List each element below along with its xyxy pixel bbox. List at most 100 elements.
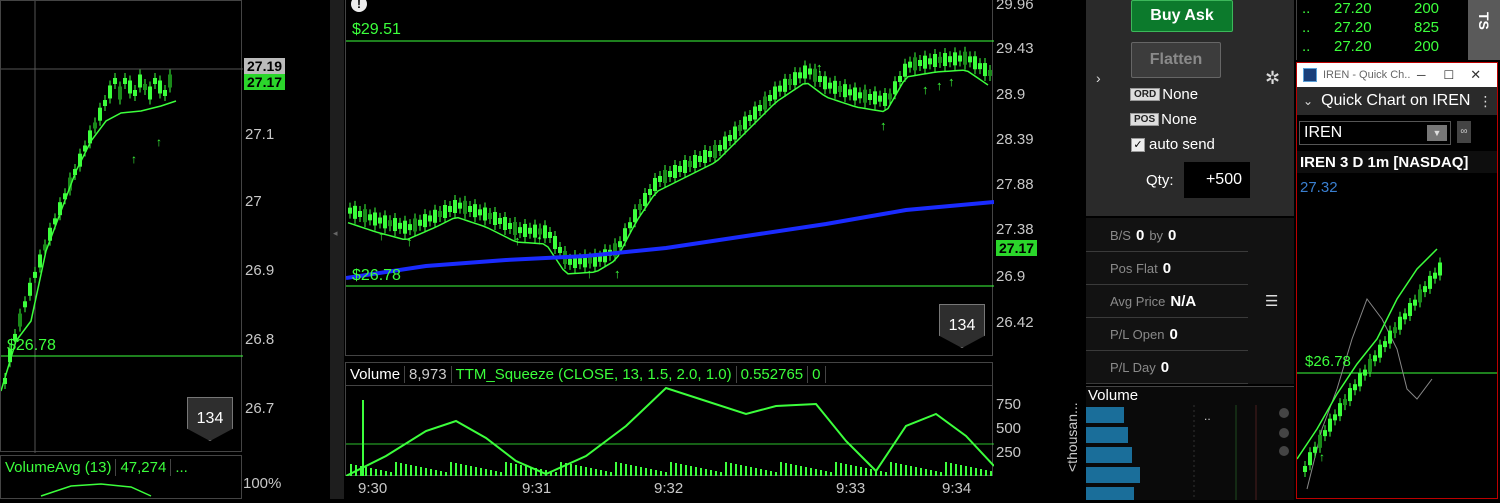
main-high-label: $29.51: [352, 21, 401, 38]
ts-row: .. 27.20 200: [1298, 0, 1472, 20]
volume-bar: [900, 464, 902, 476]
volume-bar: [440, 471, 442, 476]
volume-bar: [585, 467, 587, 476]
candle-body: [658, 176, 662, 182]
volume-bar: [835, 462, 837, 476]
stat-value: 0: [1169, 326, 1178, 343]
volume-bar: [415, 466, 417, 476]
svg-text:↑: ↑: [378, 228, 385, 243]
candle-body: [488, 213, 492, 219]
candle-body: [778, 85, 782, 92]
candle-body: [363, 209, 367, 223]
candle-body: [378, 217, 382, 224]
volume-bar: [570, 464, 572, 476]
left-chart[interactable]: ↑ ↑ $26.78 134: [0, 0, 243, 453]
stat-label: Avg Price: [1110, 294, 1166, 309]
gear-icon[interactable]: ✲: [1265, 68, 1280, 89]
candle-body: [1333, 414, 1337, 421]
close-icon[interactable]: ✕: [1470, 67, 1481, 83]
candle-body: [123, 78, 127, 84]
candle-body: [1428, 275, 1432, 289]
quick-chart-header[interactable]: ⌄ Quick Chart on IREN ⋮: [1297, 87, 1497, 115]
squeeze-study-label[interactable]: TTM_Squeeze (CLOSE, 13, 1.5, 2.0, 1.0): [452, 365, 737, 383]
pane-splitter[interactable]: ◂: [330, 0, 344, 499]
candle-body: [843, 84, 847, 98]
candle-body: [1363, 369, 1367, 376]
expand-arrow-icon[interactable]: ›: [1096, 70, 1101, 86]
volume-avg-more[interactable]: ...: [171, 459, 192, 476]
candle-body: [758, 105, 762, 111]
candle-body: [748, 115, 752, 121]
ts-tab[interactable]: TS: [1468, 0, 1500, 60]
symbol-select[interactable]: IREN ▼: [1299, 121, 1451, 145]
candle-body: [373, 212, 377, 226]
candle-body: [408, 224, 412, 231]
volume-bar: [640, 467, 642, 476]
auto-send-row[interactable]: ✓ auto send: [1131, 136, 1215, 153]
candle-body: [638, 204, 642, 210]
candle-body: [483, 207, 487, 221]
volume-bar: [405, 464, 407, 476]
volume-bar: [670, 462, 672, 476]
collapse-arrow-icon[interactable]: ◂: [333, 228, 338, 239]
candle-body: [768, 95, 772, 101]
left-volume-study[interactable]: VolumeAvg (13) 47,274 ...: [0, 455, 242, 499]
candle-body: [828, 82, 832, 89]
main-chart[interactable]: ↑ ↑ ↑ ↑ ↑ ↑ ↑ ↑ ↑ ↑ ↑ ! $29.51 $26.78 134: [345, 0, 994, 356]
link-icon[interactable]: ∞: [1457, 121, 1471, 143]
ord-row[interactable]: ORD None: [1130, 86, 1198, 103]
symbol-value: IREN: [1304, 124, 1343, 141]
candle-body: [1388, 330, 1392, 344]
list-menu-icon[interactable]: ☰: [1265, 292, 1278, 310]
candle-body: [1303, 466, 1307, 472]
candle-body: [868, 94, 872, 100]
volume-study-label[interactable]: Volume: [346, 365, 406, 383]
candle-body: [808, 68, 812, 75]
svg-text:↑: ↑: [922, 82, 929, 97]
candle-body: [1338, 403, 1342, 417]
left-axis-label: 26.9: [245, 262, 275, 279]
candle-body: [398, 222, 402, 229]
auto-send-checkbox[interactable]: ✓: [1131, 137, 1145, 152]
volume-bar: [915, 467, 917, 476]
quick-chart-titlebar[interactable]: IREN - Quick Ch... ─ ☐ ✕: [1297, 63, 1497, 87]
volume-bar: [410, 465, 412, 476]
qty-input[interactable]: +500: [1184, 162, 1250, 198]
more-options-icon[interactable]: ⋮: [1478, 93, 1492, 110]
auto-send-label: auto send: [1149, 136, 1215, 153]
main-axis-label: 28.9: [996, 86, 1026, 103]
dropdown-arrow-icon[interactable]: ▼: [1427, 125, 1447, 141]
svg-text:↑: ↑: [614, 266, 621, 281]
buy-ask-button[interactable]: Buy Ask: [1131, 0, 1233, 32]
candle-body: [473, 204, 477, 218]
candle-body: [393, 218, 397, 232]
flatten-button[interactable]: Flatten: [1131, 42, 1221, 78]
quick-chart-low-label: $26.78: [1305, 353, 1351, 370]
quick-chart-window[interactable]: IREN - Quick Ch... ─ ☐ ✕ ⌄ Quick Chart o…: [1296, 62, 1498, 499]
maximize-icon[interactable]: ☐: [1444, 68, 1455, 82]
volume-bar: [975, 468, 977, 476]
volume-bar: [710, 470, 712, 476]
main-study-bar[interactable]: Volume 8,973 TTM_Squeeze (CLOSE, 13, 1.5…: [345, 362, 993, 386]
main-axis-label: 27.88: [996, 176, 1034, 193]
minimize-icon[interactable]: ─: [1417, 68, 1426, 82]
lower-study-pane[interactable]: [345, 386, 995, 477]
chevron-down-icon[interactable]: ⌄: [1303, 94, 1313, 108]
stat-label: P/L Open: [1110, 327, 1165, 342]
stat-value: 0: [1162, 260, 1172, 277]
volume-profile[interactable]: Volume ..: [1086, 386, 1294, 500]
candle-body: [668, 171, 672, 177]
pos-row[interactable]: POS None: [1130, 111, 1197, 128]
candle-body: [1378, 344, 1382, 358]
candle-body: [353, 205, 357, 219]
volume-bar: [465, 465, 467, 476]
svg-text:↑: ↑: [936, 78, 943, 93]
svg-text:↑: ↑: [816, 60, 823, 75]
ts-size: 200: [1414, 38, 1440, 55]
volume-bar: [860, 467, 862, 476]
volume-bar: [830, 472, 832, 476]
volume-bar: [850, 465, 852, 476]
candle-body: [103, 100, 107, 107]
volume-bar: [795, 465, 797, 476]
volume-bar: [755, 468, 757, 476]
